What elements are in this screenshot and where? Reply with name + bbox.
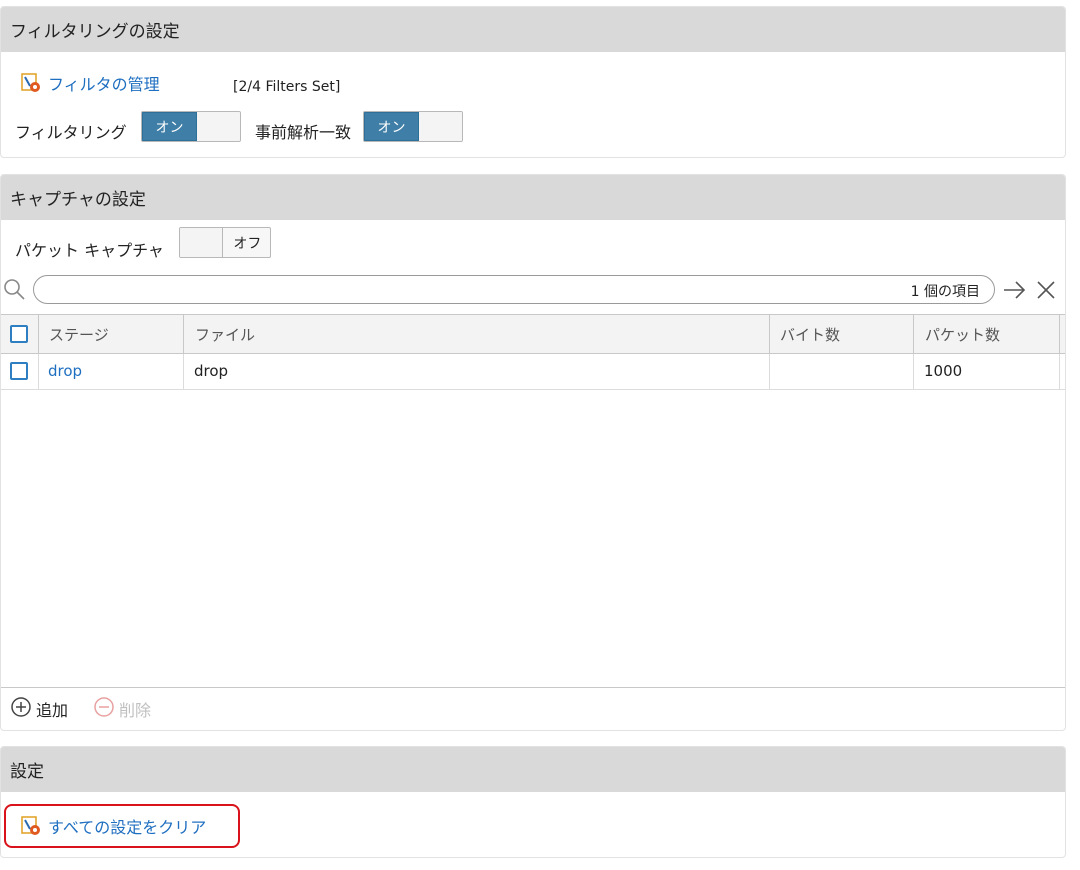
- filtering-panel-header: フィルタリングの設定: [1, 7, 1065, 52]
- toggle-knob: [180, 228, 224, 257]
- column-header-stage[interactable]: ステージ: [49, 324, 109, 345]
- capture-panel-header: キャプチャの設定: [1, 175, 1065, 220]
- arrow-right-icon[interactable]: [1002, 278, 1028, 306]
- pre-parse-toggle-on: オン: [364, 112, 419, 141]
- settings-panel: 設定 すべての設定をクリア: [0, 746, 1066, 858]
- pre-parse-label: 事前解析一致: [255, 123, 352, 142]
- packet-capture-toggle-off: オフ: [233, 235, 262, 252]
- pre-parse-toggle[interactable]: オン: [363, 111, 463, 142]
- result-count: 1 個の項目: [910, 284, 980, 300]
- row-packets: 1000: [924, 362, 963, 380]
- filtering-label: フィルタリング: [15, 123, 127, 142]
- search-box[interactable]: 1 個の項目: [33, 275, 995, 304]
- plus-circle-icon: [10, 696, 32, 722]
- search-input[interactable]: [46, 279, 870, 301]
- grid-toolbar: 追加 削除: [1, 687, 1065, 730]
- column-header-file[interactable]: ファイル: [195, 324, 255, 345]
- filtering-panel-title: フィルタリングの設定: [10, 22, 180, 42]
- filters-status: [2/4 Filters Set]: [233, 79, 341, 95]
- toggle-knob: [197, 112, 240, 141]
- row-stage-link[interactable]: drop: [48, 362, 82, 380]
- add-button[interactable]: 追加: [10, 696, 68, 722]
- filtering-panel: フィルタリングの設定 フィルタの管理 [2/4 Filters Set] フィル…: [0, 6, 1066, 158]
- capture-panel-title: キャプチャの設定: [10, 190, 146, 210]
- add-label: 追加: [36, 701, 69, 720]
- manage-filters-label: フィルタの管理: [48, 75, 160, 94]
- capture-panel: キャプチャの設定 パケット キャプチャ オフ 1 個の項目 ステージ ファイル …: [0, 174, 1066, 731]
- search-icon: [3, 278, 27, 306]
- clear-all-settings-label: すべての設定をクリア: [48, 818, 207, 837]
- column-header-bytes[interactable]: バイト数: [780, 324, 840, 345]
- column-header-packets[interactable]: パケット数: [925, 324, 1000, 345]
- filtering-toggle-on: オン: [142, 112, 197, 141]
- gear-icon: [20, 72, 42, 94]
- filtering-toggle[interactable]: オン: [141, 111, 241, 142]
- select-all-checkbox[interactable]: [10, 325, 28, 343]
- clear-all-settings-link[interactable]: すべての設定をクリア: [4, 804, 240, 848]
- capture-grid: ステージ ファイル バイト数 パケット数 drop drop 1000: [1, 314, 1065, 689]
- settings-panel-header: 設定: [1, 747, 1065, 792]
- manage-filters-link[interactable]: フィルタの管理: [20, 71, 160, 95]
- grid-header: ステージ ファイル バイト数 パケット数: [1, 315, 1065, 354]
- packet-capture-toggle[interactable]: オフ: [179, 227, 271, 258]
- minus-circle-icon: [93, 696, 115, 722]
- row-checkbox[interactable]: [10, 362, 28, 380]
- delete-button[interactable]: 削除: [93, 696, 151, 722]
- packet-capture-label: パケット キャプチャ: [15, 241, 164, 260]
- close-icon[interactable]: [1035, 279, 1057, 305]
- toggle-knob: [419, 112, 462, 141]
- delete-label: 削除: [119, 701, 152, 720]
- row-file: drop: [194, 362, 229, 380]
- settings-panel-title: 設定: [10, 762, 44, 782]
- table-row[interactable]: drop drop 1000: [1, 354, 1065, 390]
- gear-icon: [20, 815, 42, 837]
